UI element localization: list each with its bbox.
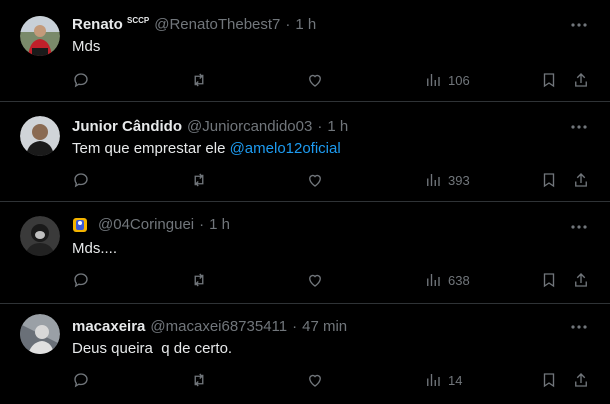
like-icon[interactable] (306, 168, 324, 192)
bookmark-icon[interactable] (540, 268, 558, 292)
retweet-icon[interactable] (190, 368, 208, 392)
display-name[interactable]: Junior Cândido (72, 118, 182, 135)
user-handle[interactable]: @macaxei68735411 (150, 318, 287, 335)
views-count: 106 (448, 72, 470, 88)
reply-icon[interactable] (72, 168, 90, 192)
avatar[interactable] (20, 16, 60, 56)
reply-icon[interactable] (72, 268, 90, 292)
separator: · (317, 118, 323, 135)
user-handle[interactable]: @04Coringuei (98, 216, 194, 233)
user-handle[interactable]: @Juniorcandido03 (187, 118, 312, 135)
tweet-header: Junior Cândido @Juniorcandido03 · 1 h (72, 118, 348, 135)
timestamp[interactable]: 1 h (327, 118, 348, 135)
timestamp[interactable]: 1 h (295, 16, 316, 33)
views-count: 638 (448, 272, 470, 288)
bookmark-icon[interactable] (540, 68, 558, 92)
tweet-actions: 638 (72, 268, 596, 292)
bookmark-icon[interactable] (540, 168, 558, 192)
tweet-2[interactable]: Junior Cândido @Juniorcandido03 · 1 h Te… (0, 102, 610, 202)
tweet-header: Renato SCCP @RenatoThebest7 · 1 h (72, 16, 316, 33)
share-icon[interactable] (572, 368, 590, 392)
tweet-header: @04Coringuei · 1 h (72, 216, 230, 233)
like-icon[interactable] (306, 368, 324, 392)
tweet-header: macaxeira @macaxei68735411 · 47 min (72, 318, 347, 335)
more-icon[interactable] (570, 118, 588, 136)
user-handle[interactable]: @RenatoThebest7 (154, 16, 280, 33)
tweet-text: Mds.... (72, 240, 118, 257)
views-count: 14 (448, 372, 463, 388)
more-icon[interactable] (570, 218, 588, 236)
views-icon (427, 374, 440, 386)
retweet-icon[interactable] (190, 168, 208, 192)
avatar[interactable] (20, 116, 60, 156)
more-icon[interactable] (570, 16, 588, 34)
like-icon[interactable] (306, 268, 324, 292)
emoji-icon (73, 217, 87, 232)
views-button[interactable]: 14 (424, 368, 462, 392)
views-count: 393 (448, 172, 470, 188)
share-icon[interactable] (572, 68, 590, 92)
retweet-icon[interactable] (190, 268, 208, 292)
timestamp[interactable]: 47 min (302, 318, 347, 335)
more-icon[interactable] (570, 318, 588, 336)
reply-feed: Renato SCCP @RenatoThebest7 · 1 h Mds 10… (0, 0, 610, 404)
views-button[interactable]: 393 (424, 168, 470, 192)
tweet-text: Tem que emprestar ele @amelo12oficial (72, 140, 341, 157)
tweet-4[interactable]: macaxeira @macaxei68735411 · 47 min Deus… (0, 304, 610, 404)
bookmark-icon[interactable] (540, 368, 558, 392)
tweet-actions: 106 (72, 68, 596, 92)
retweet-icon[interactable] (190, 68, 208, 92)
separator: · (292, 318, 298, 335)
tweet-1[interactable]: Renato SCCP @RenatoThebest7 · 1 h Mds 10… (0, 0, 610, 102)
display-name[interactable]: Renato SCCP (72, 16, 149, 33)
reply-icon[interactable] (72, 368, 90, 392)
timestamp[interactable]: 1 h (209, 216, 230, 233)
views-icon (427, 274, 440, 286)
views-button[interactable]: 638 (424, 268, 470, 292)
tweet-actions: 14 (72, 368, 596, 392)
separator: · (285, 16, 291, 33)
avatar[interactable] (20, 314, 60, 354)
views-icon (427, 74, 440, 86)
mention-link[interactable]: @amelo12oficial (230, 140, 341, 157)
tweet-3[interactable]: @04Coringuei · 1 h Mds.... 638 (0, 202, 610, 304)
share-icon[interactable] (572, 168, 590, 192)
tweet-text: Mds (72, 38, 101, 55)
share-icon[interactable] (572, 268, 590, 292)
display-name[interactable]: macaxeira (72, 318, 145, 335)
views-button[interactable]: 106 (424, 68, 470, 92)
separator: · (199, 216, 205, 233)
tweet-text: Deus queira q de certo. (72, 340, 233, 357)
reply-icon[interactable] (72, 68, 90, 92)
views-icon (427, 174, 440, 186)
tweet-actions: 393 (72, 168, 596, 192)
avatar[interactable] (20, 216, 60, 256)
like-icon[interactable] (306, 68, 324, 92)
